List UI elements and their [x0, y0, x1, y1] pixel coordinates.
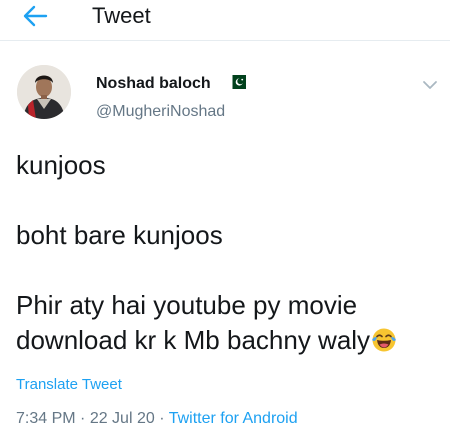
author-handle[interactable]: @MugheriNoshad	[96, 103, 225, 121]
tweet-line: Phir aty hai youtube py movie	[16, 290, 358, 320]
avatar-image	[17, 65, 71, 119]
tweet-text: kunjoos boht bare kunjoos Phir aty hai y…	[16, 148, 441, 358]
tweet-metadata: 7:34 PM · 22 Jul 20 · Twitter for Androi…	[16, 410, 298, 428]
back-button[interactable]	[22, 4, 48, 28]
tweet-line: kunjoos	[16, 150, 106, 180]
arrow-left-icon	[23, 5, 48, 27]
tweet-time: 7:34 PM	[16, 410, 76, 427]
more-options-button[interactable]	[422, 78, 438, 90]
tweet-line-text: download kr k Mb bachny waly	[16, 325, 371, 355]
page-title: Tweet	[92, 3, 151, 28]
author-name[interactable]: Noshad baloch	[96, 75, 211, 93]
tweet-source-link[interactable]: Twitter for Android	[169, 410, 298, 427]
tweet-date: 22 Jul 20	[89, 410, 155, 427]
pakistan-flag-icon	[228, 75, 246, 89]
translate-tweet-link[interactable]: Translate Tweet	[16, 376, 122, 393]
chevron-down-icon	[423, 81, 437, 89]
avatar[interactable]	[17, 65, 71, 119]
meta-separator: ·	[75, 410, 90, 427]
meta-separator: ·	[154, 410, 169, 427]
tweet-line: boht bare kunjoos	[16, 220, 223, 250]
header-divider	[0, 40, 450, 41]
tweet-line-last: download kr k Mb bachny waly	[16, 323, 441, 358]
top-bar: Tweet	[0, 0, 450, 34]
face-with-tears-of-joy-icon	[372, 328, 397, 352]
